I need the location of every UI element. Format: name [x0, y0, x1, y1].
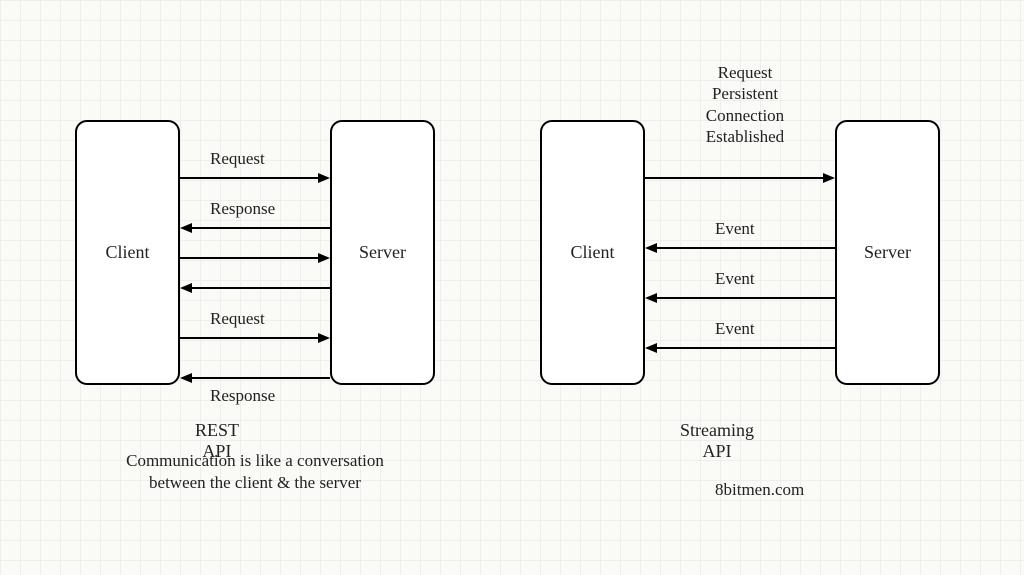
stream-event-3-label: Event [715, 318, 755, 339]
rest-arrow-2-label: Response [210, 198, 275, 219]
rest-caption: Communication is like a conversation bet… [100, 450, 410, 494]
stream-arrow-event-2 [645, 292, 835, 304]
rest-arrow-4-left [180, 282, 330, 294]
stream-event-1-label: Event [715, 218, 755, 239]
rest-arrow-6-left [180, 372, 330, 384]
rest-arrow-1-label: Request [210, 148, 265, 169]
rest-arrow-5-label: Request [210, 308, 265, 329]
rest-server-box: Server [330, 120, 435, 385]
stream-title: Streaming API [680, 420, 754, 462]
rest-arrow-6-label: Response [210, 385, 275, 406]
stream-arrow-request [645, 172, 835, 184]
stream-server-box: Server [835, 120, 940, 385]
rest-arrow-3-right [180, 252, 330, 264]
stream-client-label: Client [571, 242, 615, 263]
stream-top-label: Request Persistent Connection Establishe… [670, 62, 820, 147]
stream-client-box: Client [540, 120, 645, 385]
stream-server-label: Server [864, 242, 911, 263]
stream-event-2-label: Event [715, 268, 755, 289]
stream-arrow-event-1 [645, 242, 835, 254]
rest-arrow-1-right [180, 172, 330, 184]
stream-arrow-event-3 [645, 342, 835, 354]
rest-arrow-2-left [180, 222, 330, 234]
rest-client-label: Client [106, 242, 150, 263]
rest-server-label: Server [359, 242, 406, 263]
rest-arrow-5-right [180, 332, 330, 344]
rest-client-box: Client [75, 120, 180, 385]
attribution: 8bitmen.com [715, 480, 804, 500]
